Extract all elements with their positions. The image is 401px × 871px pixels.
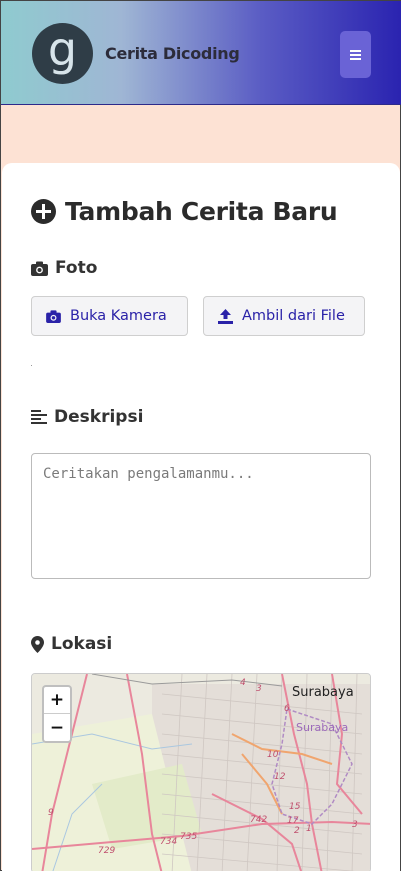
app-logo[interactable]: g xyxy=(32,23,93,84)
map-tiles[interactable] xyxy=(32,674,371,871)
upload-icon xyxy=(218,308,233,324)
camera-icon xyxy=(46,309,61,323)
camera-icon xyxy=(31,261,48,276)
map-zoom-control: + − xyxy=(42,685,72,743)
zoom-out-button[interactable]: − xyxy=(44,714,70,741)
location-label: Lokasi xyxy=(31,634,112,654)
road-number: 735 xyxy=(180,832,198,842)
open-camera-button[interactable]: Buka Kamera xyxy=(31,296,188,336)
road-number: 9 xyxy=(48,808,54,818)
menu-button[interactable] xyxy=(340,31,371,78)
map-city-label-secondary: Surabaya xyxy=(296,721,349,734)
photo-preview xyxy=(31,365,32,366)
road-number: 6 xyxy=(284,704,290,714)
align-left-icon xyxy=(31,410,47,424)
location-map[interactable]: + − Surabaya Surabaya 4 3 6 10 12 15 17 … xyxy=(31,673,371,871)
road-number: 734 xyxy=(160,837,178,847)
road-number: 1 xyxy=(306,824,312,834)
description-input[interactable] xyxy=(31,453,371,579)
map-city-label: Surabaya xyxy=(292,685,354,700)
zoom-in-button[interactable]: + xyxy=(44,687,70,714)
road-number: 12 xyxy=(274,772,286,782)
road-number: 15 xyxy=(289,802,301,812)
bars-icon xyxy=(350,50,361,60)
upload-file-button[interactable]: Ambil dari File xyxy=(203,296,365,336)
road-number: 742 xyxy=(250,815,268,825)
brand-name[interactable]: Cerita Dicoding xyxy=(105,44,240,63)
road-number: 3 xyxy=(352,820,358,830)
road-number: 3 xyxy=(256,684,262,694)
description-label: Deskripsi xyxy=(31,407,143,427)
road-number: 10 xyxy=(267,750,279,760)
app-header: g Cerita Dicoding xyxy=(1,1,401,105)
map-pin-icon xyxy=(31,635,44,653)
page-title: Tambah Cerita Baru xyxy=(31,197,338,226)
road-number: 729 xyxy=(98,846,116,856)
plus-circle-icon xyxy=(31,199,56,224)
road-number: 17 xyxy=(287,816,299,826)
road-number: 4 xyxy=(240,678,246,688)
road-number: 2 xyxy=(294,826,300,836)
photo-label: Foto xyxy=(31,258,97,278)
